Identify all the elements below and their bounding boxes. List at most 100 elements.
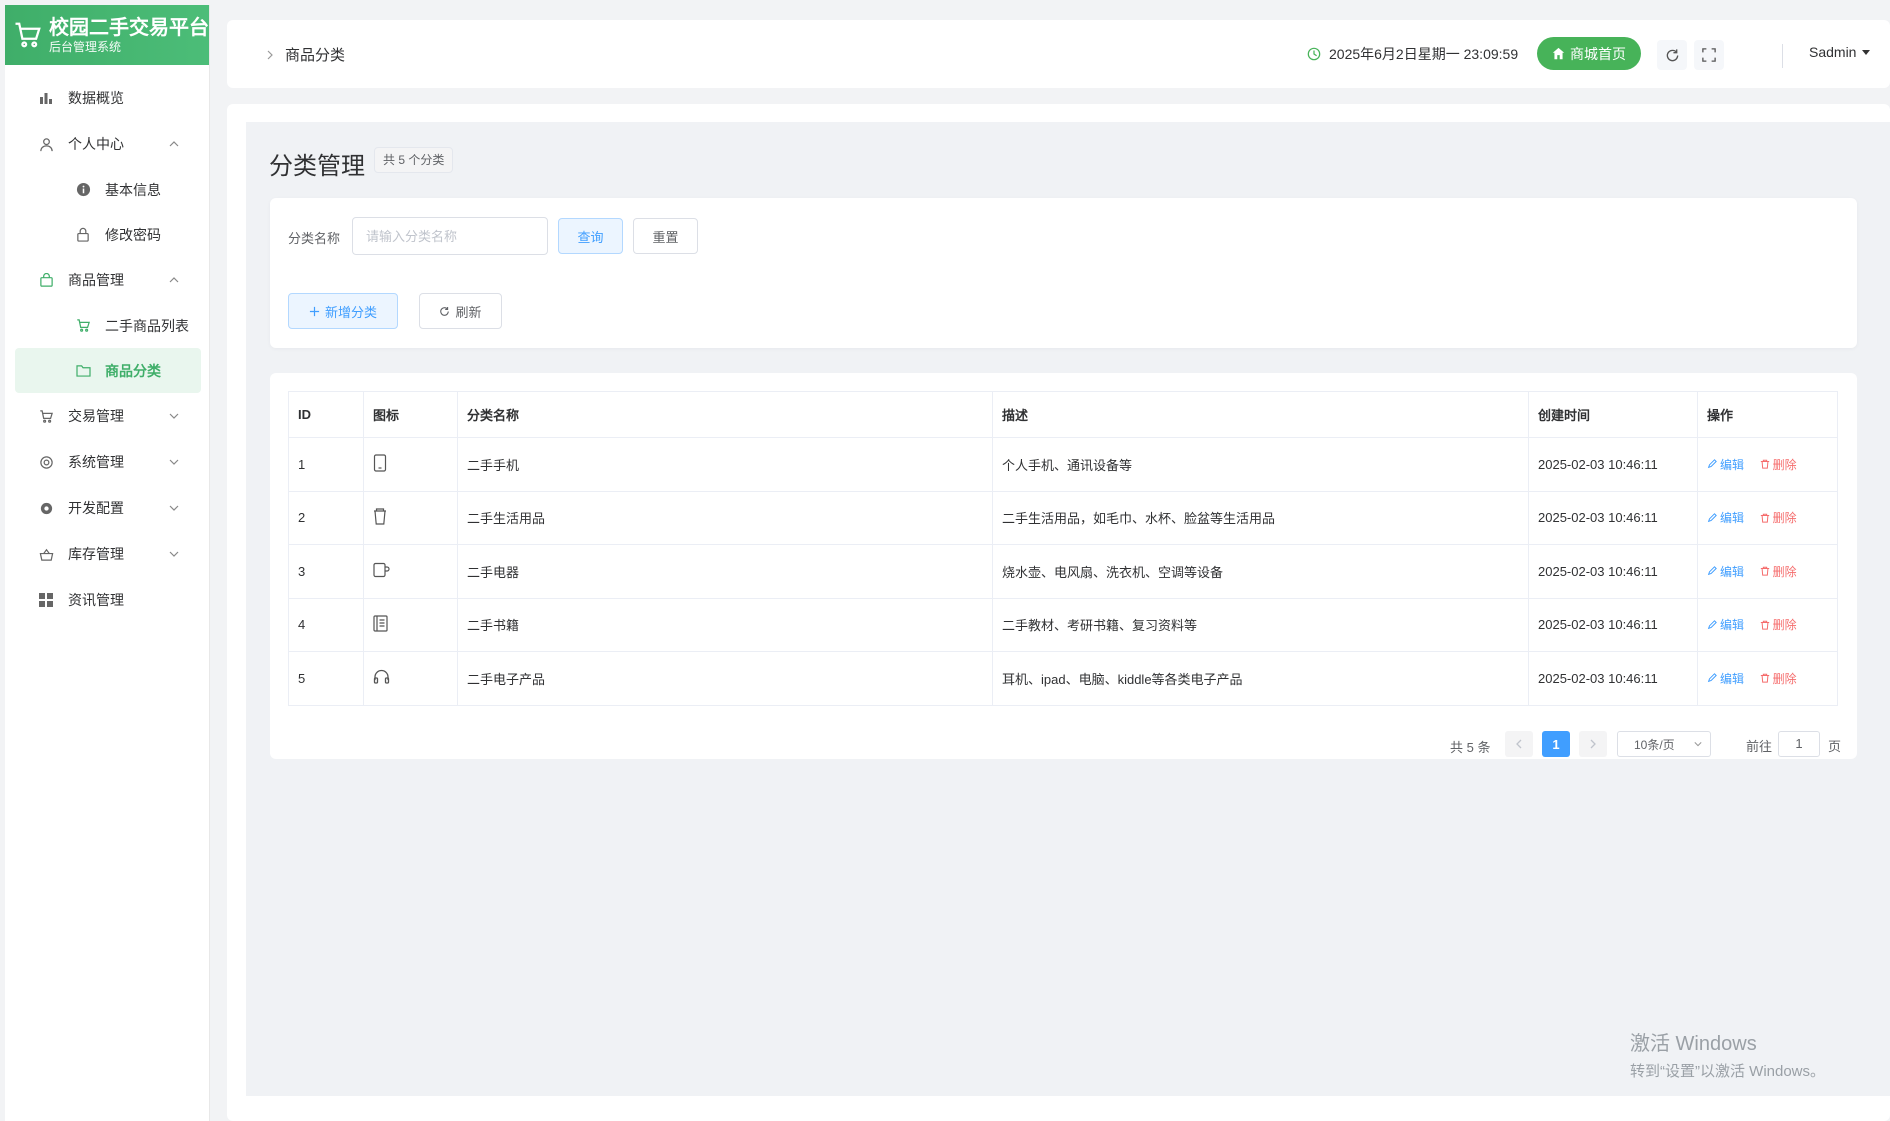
edit-icon [1707, 512, 1717, 522]
datetime-display: 2025年6月2日星期一 23:09:59 [1307, 44, 1518, 64]
cell-icon [363, 437, 458, 492]
table-header-row: ID 图标 分类名称 描述 创建时间 操作 [288, 391, 1838, 438]
delete-label: 删除 [1772, 618, 1797, 633]
reset-button[interactable]: 重置 [633, 218, 698, 254]
cell-id: 2 [288, 490, 364, 545]
bar-chart-icon [38, 90, 54, 106]
lock-icon [75, 227, 91, 243]
category-name-input[interactable] [352, 217, 548, 255]
user-name: Sadmin [1809, 44, 1857, 60]
delete-button[interactable]: 删除 [1760, 456, 1797, 473]
cell-name: 二手生活用品 [457, 490, 993, 545]
page-number-button[interactable]: 1 [1542, 731, 1570, 757]
delete-button[interactable]: 删除 [1760, 670, 1797, 687]
user-menu[interactable]: Sadmin [1809, 44, 1871, 60]
goto-page-input[interactable]: 1 [1778, 731, 1820, 757]
datetime-text: 2025年6月2日星期一 23:09:59 [1329, 46, 1519, 62]
table-row: 3 二手电器 烧水壶、电风扇、洗衣机、空调等设备 2025-02-03 10:4… [288, 544, 1838, 599]
col-id: ID [288, 391, 364, 438]
sidebar-item-goods-list[interactable]: 二手商品列表 [15, 303, 201, 348]
watermark-line1: 激活 Windows [1630, 1033, 1757, 1055]
folder-icon [75, 363, 91, 379]
fullscreen-icon [1702, 48, 1716, 62]
cart-icon [75, 318, 91, 334]
edit-label: 编辑 [1720, 671, 1745, 686]
sidebar-item-system[interactable]: 系统管理 [5, 439, 209, 485]
cell-actions: 编辑 删除 [1697, 437, 1838, 492]
sidebar-item-label: 个人中心 [68, 136, 124, 152]
cell-actions: 编辑 删除 [1697, 597, 1838, 652]
edit-button[interactable]: 编辑 [1707, 509, 1744, 526]
edit-icon [1707, 619, 1717, 629]
chevron-down-icon [169, 551, 179, 557]
sidebar-item-label: 资讯管理 [68, 592, 124, 608]
goto-label: 前往 [1746, 739, 1773, 754]
add-category-button[interactable]: 新增分类 [288, 293, 398, 329]
sidebar-item-label: 商品管理 [68, 272, 124, 288]
cell-icon [363, 544, 458, 599]
brand-header[interactable]: 校园二手交易平台 后台管理系统 [5, 5, 209, 65]
plus-icon [309, 306, 320, 316]
breadcrumb-current[interactable]: 商品分类 [285, 44, 345, 65]
cell-id: 1 [288, 437, 364, 492]
delete-button[interactable]: 删除 [1760, 616, 1797, 633]
cell-name: 二手电子产品 [457, 651, 993, 706]
watermark-line2: 转到“设置”以激活 Windows。 [1630, 1063, 1826, 1080]
edit-button[interactable]: 编辑 [1707, 670, 1744, 687]
edit-button[interactable]: 编辑 [1707, 456, 1744, 473]
table-card: ID 图标 分类名称 描述 创建时间 操作 1 二手手机 个人手机、通讯设备等 … [270, 373, 1857, 759]
sidebar-item-personal[interactable]: 个人中心 [5, 121, 209, 167]
user-icon [38, 136, 54, 152]
sidebar-item-label: 交易管理 [68, 408, 124, 424]
cell-desc: 二手生活用品，如毛巾、水杯、脸盆等生活用品 [992, 490, 1529, 545]
sidebar-item-inventory[interactable]: 库存管理 [5, 531, 209, 577]
mall-home-button[interactable]: 商城首页 [1537, 37, 1641, 70]
chevron-down-icon [1694, 742, 1702, 747]
header-divider [1782, 44, 1783, 68]
cell-name: 二手手机 [457, 437, 993, 492]
trash-icon [1760, 513, 1769, 523]
refresh-button[interactable]: 刷新 [419, 293, 502, 329]
edit-icon [1707, 459, 1717, 469]
table-row: 2 二手生活用品 二手生活用品，如毛巾、水杯、脸盆等生活用品 2025-02-0… [288, 490, 1838, 545]
delete-button[interactable]: 删除 [1760, 563, 1797, 580]
chevron-up-icon [169, 277, 179, 283]
delete-button[interactable]: 删除 [1760, 509, 1797, 526]
edit-button[interactable]: 编辑 [1707, 616, 1744, 633]
cell-created: 2025-02-03 10:46:11 [1528, 437, 1698, 492]
search-card: 分类名称 查询 重置 新增分类 刷新 [270, 198, 1857, 348]
shopping-bag-icon [38, 272, 54, 288]
chevron-down-icon [169, 505, 179, 511]
sidebar-item-goods[interactable]: 商品管理 [5, 257, 209, 303]
windows-activation-watermark: 激活 Windows 转到“设置”以激活 Windows。 [1630, 1027, 1825, 1081]
page-size-select[interactable]: 10条/页 [1617, 731, 1711, 757]
cell-actions: 编辑 删除 [1697, 544, 1838, 599]
sidebar-item-basic-info[interactable]: 基本信息 [15, 167, 201, 212]
prev-page-button[interactable] [1505, 731, 1533, 757]
edit-icon [1707, 673, 1717, 683]
sidebar-item-category[interactable]: 商品分类 [15, 348, 201, 393]
next-page-button[interactable] [1579, 731, 1607, 757]
cell-name: 二手电器 [457, 544, 993, 599]
sidebar-item-trade[interactable]: 交易管理 [5, 393, 209, 439]
edit-label: 编辑 [1720, 564, 1745, 579]
brand-subtitle: 后台管理系统 [49, 40, 122, 54]
sidebar-item-news[interactable]: 资讯管理 [5, 577, 209, 623]
sidebar-item-dev-config[interactable]: 开发配置 [5, 485, 209, 531]
sidebar-item-change-password[interactable]: 修改密码 [15, 212, 201, 257]
edit-icon [1707, 566, 1717, 576]
edit-button[interactable]: 编辑 [1707, 563, 1744, 580]
fullscreen-button[interactable] [1694, 40, 1724, 70]
sidebar-item-label: 开发配置 [68, 500, 124, 516]
sidebar-item-dashboard[interactable]: 数据概览 [5, 75, 209, 121]
query-button[interactable]: 查询 [558, 218, 623, 254]
count-badge: 共 5 个分类 [374, 147, 454, 173]
refresh-page-button[interactable] [1657, 40, 1687, 70]
gear-icon [38, 454, 54, 470]
delete-label: 删除 [1772, 671, 1797, 686]
table-row: 4 二手书籍 二手教材、考研书籍、复习资料等 2025-02-03 10:46:… [288, 597, 1838, 652]
sidebar-item-label: 数据概览 [68, 90, 124, 106]
refresh-icon [1666, 48, 1678, 61]
sidebar-item-label: 系统管理 [68, 454, 124, 470]
cell-id: 5 [288, 651, 364, 706]
